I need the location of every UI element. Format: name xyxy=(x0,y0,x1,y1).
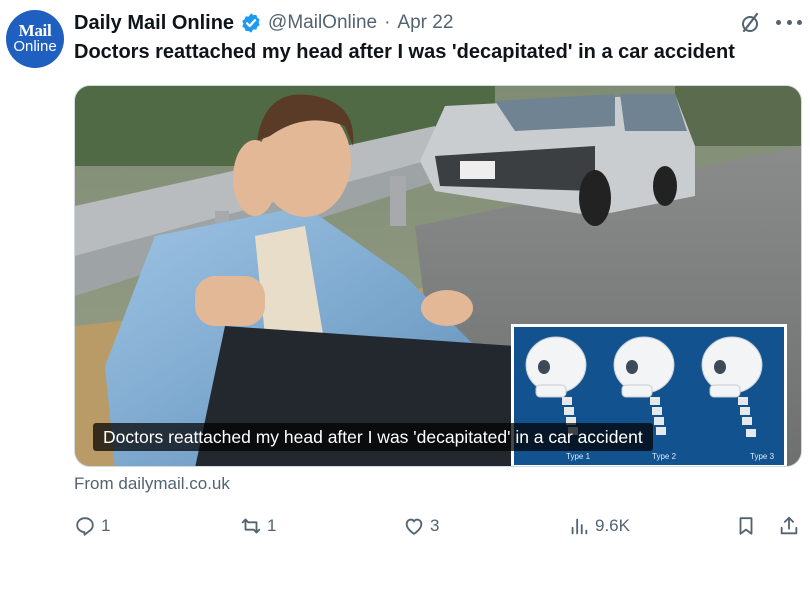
more-options-icon[interactable] xyxy=(776,20,802,26)
grok-icon[interactable] xyxy=(738,11,762,35)
inset-label-type2: Type 2 xyxy=(652,452,677,461)
repost-icon xyxy=(241,518,261,534)
separator-dot: · xyxy=(384,12,391,33)
author-handle[interactable]: @MailOnline xyxy=(268,12,377,34)
link-card-media[interactable]: Type 1 Type 2 Type 3 Doctors reattached … xyxy=(74,85,802,467)
view-count: 9.6K xyxy=(595,516,630,535)
views-button[interactable]: 9.6K xyxy=(568,512,630,540)
share-button[interactable] xyxy=(778,512,805,540)
inset-label-type3: Type 3 xyxy=(750,452,775,461)
avatar-text-line1: Mail xyxy=(18,21,52,40)
inset-label-type1: Type 1 xyxy=(566,452,591,461)
bookmark-icon xyxy=(739,517,753,535)
author-name[interactable]: Daily Mail Online xyxy=(74,12,234,35)
avatar-text-line2: Online xyxy=(13,38,57,55)
bookmark-button[interactable] xyxy=(735,512,762,540)
author-avatar[interactable]: Mail Online xyxy=(6,10,64,68)
reply-button[interactable]: 1 xyxy=(74,512,110,540)
media-caption: Doctors reattached my head after I was '… xyxy=(93,423,653,451)
card-source[interactable]: From dailymail.co.uk xyxy=(74,474,230,494)
action-bar: 1 1 3 9.6K xyxy=(0,512,810,540)
like-count: 3 xyxy=(430,516,440,535)
verified-badge-icon[interactable] xyxy=(240,12,262,34)
tweet-header: Daily Mail Online @MailOnline · Apr 22 xyxy=(74,10,453,36)
repost-button[interactable]: 1 xyxy=(240,512,276,540)
heart-icon xyxy=(405,518,423,535)
share-icon xyxy=(780,516,798,535)
reply-icon xyxy=(76,517,94,536)
like-button[interactable]: 3 xyxy=(403,512,439,540)
views-chart-icon xyxy=(571,518,588,535)
repost-count: 1 xyxy=(267,516,277,535)
tweet-date[interactable]: Apr 22 xyxy=(397,12,453,34)
reply-count: 1 xyxy=(101,516,111,535)
tweet-text: Doctors reattached my head after I was '… xyxy=(74,41,735,63)
